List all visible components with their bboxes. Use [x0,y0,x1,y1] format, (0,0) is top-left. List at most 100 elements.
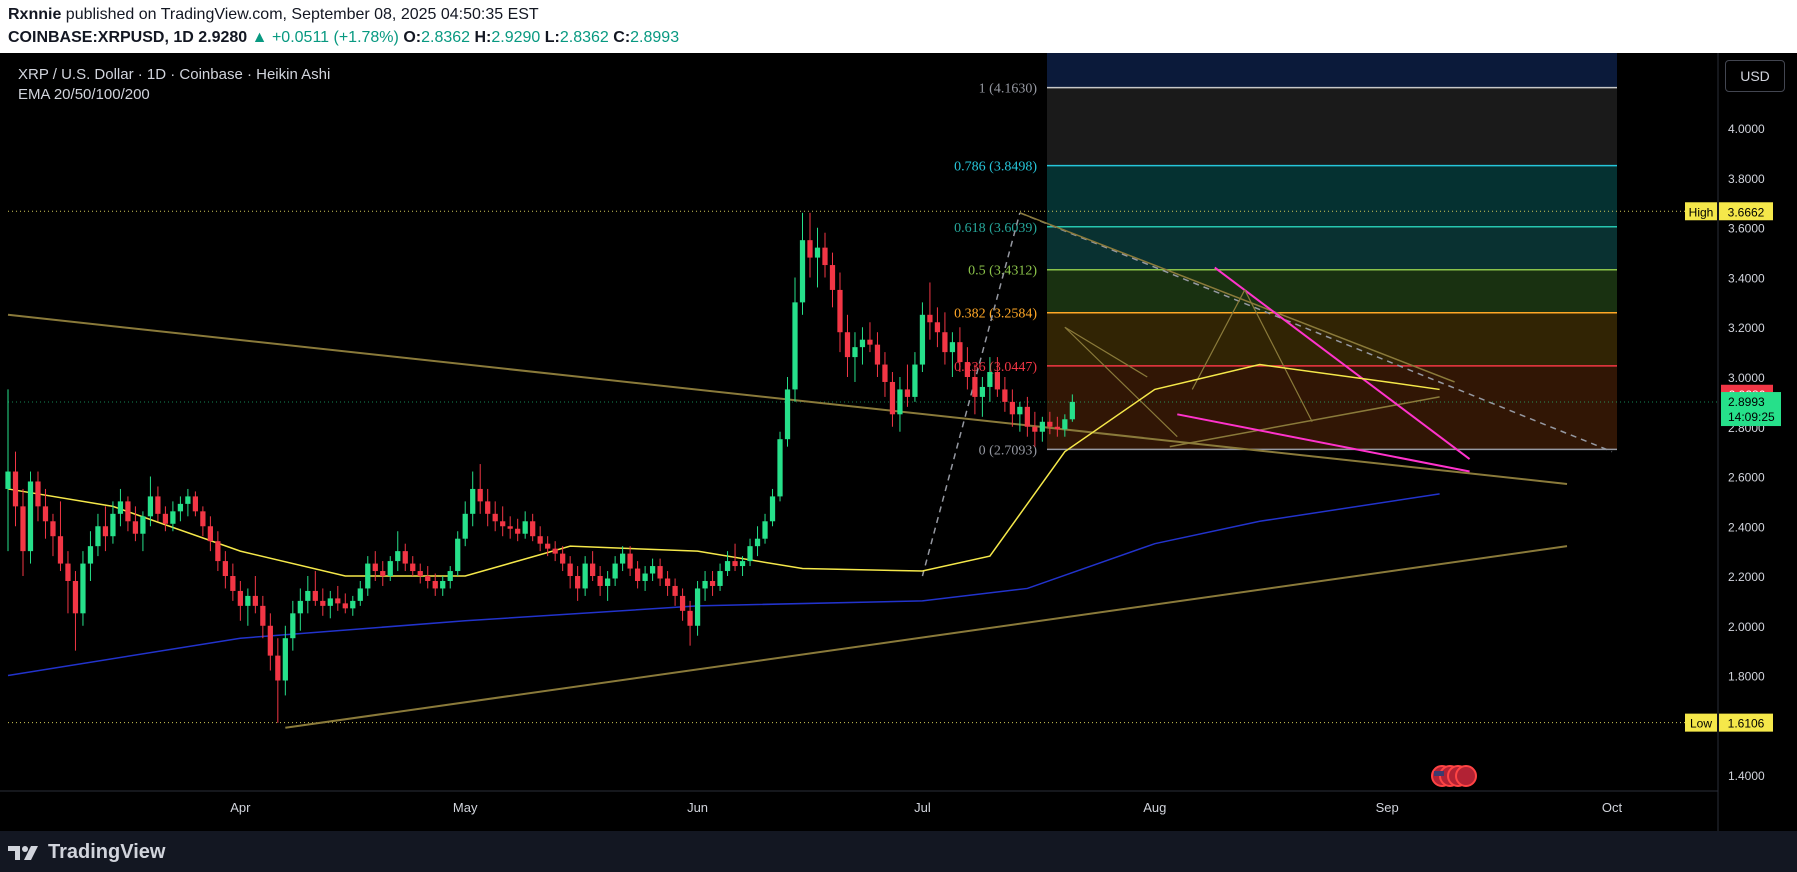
legend-title: XRP / U.S. Dollar · 1D · Coinbase · Heik… [18,66,330,83]
price-chart[interactable]: 1 (4.1630) 0.786 (3.8498) 0.618 (3.6039) 0.… [0,53,1797,831]
candle-body [485,501,491,514]
last-price-label: 2.8993 [1728,395,1765,409]
time-tick-label: Oct [1602,800,1623,815]
time-tick-label: Aug [1143,800,1166,815]
brand-name: TradingView [48,841,166,863]
candle-body [395,551,401,562]
candle-body [110,513,116,537]
footer: TradingView [0,831,1797,872]
price-tick-label: 3.6000 [1728,222,1765,236]
candle-body [852,347,858,358]
candle-body [747,546,753,562]
candle-body [657,566,663,579]
close-label: C: [613,29,631,46]
candle-body [402,551,408,564]
up-arrow-icon: ▲ [251,29,268,46]
candle-body [754,538,761,547]
ascending-trendline [285,545,1568,729]
candle-body [530,521,536,537]
open-label: O: [403,29,422,46]
candle-body [117,501,124,514]
candle-body [87,546,94,564]
candle-body [709,580,716,586]
candle-body [230,576,236,591]
fib-retracement: 1 (4.1630) 0.786 (3.8498) 0.618 (3.6039) 0.… [954,53,1617,458]
candle-body [934,322,941,333]
candle-body [889,381,896,415]
time-tick-label: Apr [230,800,251,815]
candle-body [694,588,701,626]
fib-zone [1047,312,1617,366]
price-tick-label: 2.4000 [1728,520,1765,534]
price-tick-label: 3.4000 [1728,271,1765,285]
candle-body [1062,419,1068,430]
candle-body [432,580,438,589]
candle-body [357,588,363,601]
candle-body [320,600,326,606]
candle-body [912,364,918,397]
candle-body [327,598,333,606]
candle-body [455,538,461,572]
countdown-label: 14:09:25 [1728,410,1775,424]
price-tick-label: 2.6000 [1728,471,1765,485]
fib-zone [1047,226,1617,270]
candle-body [42,506,49,522]
price-tick-label: 1.8000 [1728,670,1765,684]
candle-body [552,548,558,554]
candle-body [290,613,296,639]
candle-body [342,603,348,609]
candle-body [1032,426,1038,432]
candle-body [897,389,903,415]
candle-body [200,511,206,527]
candle-body [867,339,873,345]
candle-body [672,585,678,596]
candle-body [500,521,506,527]
candle-body [994,372,1001,390]
candle-body [1024,406,1030,427]
time-tick-label: May [453,800,478,815]
candle-body [447,571,453,581]
time-tick-label: Sep [1376,800,1399,815]
candle-body [185,496,191,504]
currency-button[interactable]: USD [1725,60,1785,92]
candle-body [267,625,273,656]
candle-body [365,563,371,589]
candle-body [372,563,378,572]
tradingview-logo-icon [8,845,38,860]
high-value: 2.9290 [491,29,541,46]
ema-blue-line [7,493,1440,677]
candle-body [687,610,693,626]
candle-body [192,496,199,512]
candle-body [72,580,79,614]
price-tick-label: 3.8000 [1728,172,1765,186]
candle-body [335,598,341,604]
close-value: 2.8993 [630,29,680,46]
tradingview-logo[interactable]: TradingView [8,841,165,864]
candle-body [80,563,86,614]
fib-zone [1047,269,1617,313]
flag-icons[interactable] [1431,765,1477,787]
candle-body [664,578,671,586]
high-marker-label: High [1689,205,1714,219]
candle-body [20,506,26,552]
high-marker-value: 3.6662 [1728,205,1765,219]
candle-body [642,573,648,581]
fib-level-label: 0 (2.7093) [979,443,1038,458]
candle-body [679,595,686,611]
candle-body [1009,401,1015,415]
candle-body [275,655,281,681]
candle-body [702,580,708,589]
candle-body [350,600,356,609]
candle-body [612,563,618,579]
legend-indicator: EMA 20/50/100/200 [18,86,150,103]
candle-body [27,481,34,552]
candle-body [597,576,603,586]
candle-body [440,580,446,589]
candle-body [147,496,154,517]
fib-level-label: 0.382 (3.2584) [954,307,1037,322]
candle-body [410,563,416,572]
high-label: H: [474,29,492,46]
candle-body [904,389,911,397]
low-label: L: [544,29,560,46]
candle-body [605,578,611,586]
